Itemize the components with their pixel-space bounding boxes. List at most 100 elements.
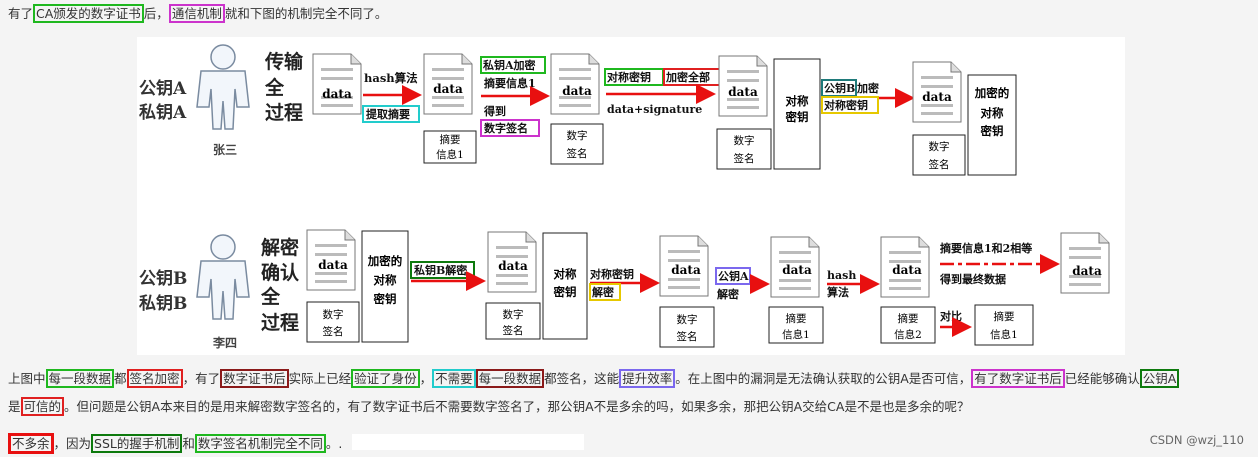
top-row: 公钥A 私钥A 张三 传输 全 过程 data hash算法 提取摘要 data… — [139, 44, 1017, 176]
top-title-3: 过程 — [265, 102, 303, 124]
explanation-line-2: 是可信的 。但问题是公钥A本来目的是用来解密数字签名的，有了数字证书后不需要数字签… — [8, 397, 969, 417]
top-sig2-text2: 签名 — [734, 152, 755, 165]
watermark: CSDN @wzj_110 — [1149, 433, 1244, 447]
bottom-title-3: 全 — [260, 285, 281, 308]
bottom-symkey: 对称密钥 — [590, 267, 634, 281]
top-extract-label: 提取摘要 — [366, 107, 410, 121]
top-encrypt-a: 私钥A加密 — [483, 58, 536, 72]
explanation-line-1: 上图中 每一段数据都签名加密 ，有了 数字证书后 实际上已经 验证了身份，不需要 每一段数据… — [8, 369, 1180, 389]
bottom-row: 公钥B 私钥B 李四 解密 确认 全 过程 data 数字 签名 加密的 对称 … — [139, 229, 1110, 350]
top-encrypt-all: 加密全部 — [665, 70, 710, 84]
bottom-sig1-text2: 签名 — [323, 325, 344, 338]
highlight-ca-cert: CA颁发的数字证书 — [33, 4, 144, 23]
top-enc-key-2: 对称 — [981, 106, 1004, 120]
top-signature-label: 数字签名 — [484, 121, 528, 135]
top-sig2-text1: 数字 — [734, 134, 755, 147]
top-data-sig: data+signature — [607, 103, 702, 116]
highlighted-phrase: 签名加密 — [126, 369, 183, 388]
highlighted-phrase: 数字证书后 — [220, 369, 289, 388]
top-data-2: data — [433, 82, 463, 96]
top-data-3: data — [562, 84, 592, 98]
top-sig-text2: 签名 — [567, 147, 588, 160]
highlighted-phrase: 每一段数据 — [45, 369, 115, 388]
highlighted-phrase: 数字签名机制完全不同 — [194, 434, 326, 453]
data-doc-icon — [312, 53, 362, 115]
top-key2: 私钥A — [139, 102, 187, 123]
text-segment: 都 — [114, 371, 127, 386]
top-encrypted-sym: 对称密钥 — [824, 98, 868, 112]
highlight-comm-mechanism: 通信机制 — [168, 4, 225, 23]
top-pubb-encrypt: 加密 — [856, 81, 879, 95]
top-key1: 公钥A — [139, 78, 187, 99]
bottom-sig3-text1: 数字 — [677, 313, 698, 326]
bottom-digest1-text2: 信息1 — [782, 328, 810, 341]
highlighted-phrase: 验证了身份 — [351, 369, 420, 388]
top-title-2: 全 — [264, 76, 285, 99]
bottom-key2: 私钥B — [139, 293, 187, 314]
text-segment: ， — [419, 371, 433, 386]
text-segment: 实际上已经 — [288, 371, 352, 386]
text-segment: . — [338, 436, 343, 451]
text-segment: ，因为 — [53, 436, 92, 451]
highlighted-phrase: 公钥A — [1139, 369, 1180, 388]
top-sig3-text2: 签名 — [929, 158, 950, 171]
highlighted-phrase: 不多余 — [8, 433, 54, 454]
top-symkey-box-2: 密钥 — [785, 110, 809, 124]
top-pubb-label: 公钥B — [824, 81, 855, 95]
bottom-key1: 公钥B — [139, 268, 187, 289]
top-symkey-box-1: 对称 — [786, 94, 809, 108]
bottom-enc-key-3: 密钥 — [373, 292, 397, 306]
text-segment: 上图中 — [8, 371, 46, 386]
bottom-title-2: 确认 — [261, 261, 299, 284]
text-segment: 。但问题是公钥A本来目的是用来解密数字签名的，有了数字证书后不需要数字签名了，那… — [64, 399, 970, 414]
text-segment: 是 — [8, 399, 21, 414]
ssl-flow-diagram: 公钥A 私钥A 张三 传输 全 过程 data hash算法 提取摘要 data… — [137, 37, 1125, 355]
receiver-name: 李四 — [212, 335, 237, 350]
top-sig3-text1: 数字 — [929, 140, 950, 153]
text-segment: 。 — [325, 436, 339, 451]
highlighted-phrase: 提升效率 — [619, 369, 676, 388]
top-data-4: data — [728, 85, 758, 99]
sender-name: 张三 — [213, 142, 237, 157]
top-enc-key-1: 加密的 — [974, 86, 1010, 100]
top-sig-text1: 数字 — [567, 129, 588, 142]
bottom-data-1: data — [318, 258, 348, 272]
highlighted-phrase: 可信的 — [20, 397, 65, 416]
data-doc-icon — [1060, 232, 1110, 294]
bottom-data-3: data — [671, 263, 701, 277]
top-symkey: 对称密钥 — [607, 70, 651, 84]
highlighted-phrase: SSL的握手机制 — [91, 434, 183, 453]
bottom-decrypt: 解密 — [592, 285, 614, 299]
highlighted-phrase: 不需要 — [432, 369, 476, 388]
top-digest-text2: 信息1 — [436, 148, 464, 161]
text-segment: 和 — [182, 436, 195, 451]
highlighted-phrase: 有了数字证书后 — [971, 369, 1065, 388]
text-segment: ，有了 — [182, 371, 221, 386]
top-digest-text1: 摘要 — [440, 133, 461, 146]
bottom-digest2-text2: 信息2 — [894, 328, 922, 341]
top-title-1: 传输 — [264, 50, 304, 73]
bottom-compare-text2: 得到最终数据 — [939, 272, 1006, 286]
bottom-digest2-text1: 摘要 — [898, 312, 919, 325]
bottom-digest-result-1: 摘要 — [994, 310, 1015, 323]
bottom-sig2-text2: 签名 — [503, 324, 524, 337]
bottom-compare-text1: 摘要信息1和2相等 — [940, 241, 1032, 255]
bottom-digest-result-2: 信息1 — [990, 328, 1018, 341]
text-segment: 都签名，这能 — [544, 371, 620, 386]
top-data-1: data — [322, 87, 352, 101]
bottom-data-5: data — [892, 263, 922, 277]
bottom-puba: 公钥A — [718, 269, 749, 283]
diagram-svg: 公钥A 私钥A 张三 传输 全 过程 data hash算法 提取摘要 data… — [139, 44, 1110, 350]
intro-line: 有了 CA颁发的数字证书 后， 通信机制 就和下图的机制完全不同了。 — [8, 4, 388, 23]
sender-person-icon — [196, 44, 250, 130]
bottom-enc-key-1: 加密的 — [367, 254, 403, 268]
bottom-enc-key-2: 对称 — [374, 273, 397, 287]
bottom-title-4: 过程 — [261, 312, 299, 334]
bottom-compare: 对比 — [940, 309, 962, 323]
bottom-hash: hash — [827, 269, 856, 282]
bottom-sig2-text1: 数字 — [503, 308, 524, 321]
top-encrypt-b: 摘要信息1 — [484, 76, 536, 90]
bottom-sig3-text2: 签名 — [677, 330, 698, 343]
text-segment: 已经能够确认 — [1064, 371, 1140, 386]
bottom-data-final: data — [1072, 264, 1102, 278]
